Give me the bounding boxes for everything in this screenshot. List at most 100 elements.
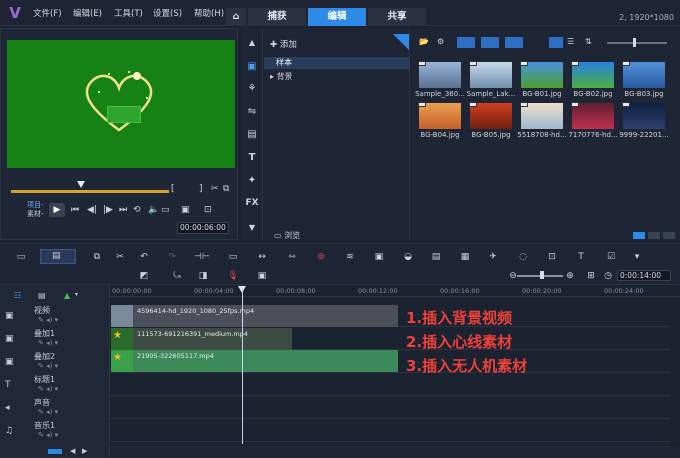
color-grading-icon[interactable]: ◩ (137, 271, 151, 281)
menu-file[interactable]: 文件(F) (33, 7, 62, 19)
playhead-line[interactable] (242, 288, 243, 444)
timeline-clip[interactable]: 4596414-hd_1920_1080_25fps.mp4 (111, 305, 398, 327)
voiceover-icon[interactable]: ◨ (196, 271, 210, 281)
crop-icon[interactable]: ▭ (226, 252, 240, 262)
scroll-left-handle[interactable] (48, 449, 62, 454)
mode-clip[interactable]: 素材- (27, 210, 44, 219)
media-thumbnail[interactable] (571, 61, 614, 88)
overlay-track-icon[interactable]: ▣ (5, 334, 14, 344)
track-controls-icon[interactable]: ✎ ◂) ▾ (38, 385, 58, 393)
copy-icon[interactable]: ⧉ (223, 184, 229, 194)
go-start-icon[interactable]: ⏮ (71, 205, 79, 215)
add-folder-button[interactable]: ✚ 添加 (270, 38, 297, 50)
checklist-icon[interactable]: ☑ (604, 252, 618, 262)
show-video-button[interactable] (457, 37, 475, 48)
instant-project-icon[interactable]: ⚘ (241, 83, 263, 94)
audio-mixer-icon[interactable]: ≋ (343, 252, 357, 262)
scroll-up-icon[interactable]: ▲ (241, 38, 263, 47)
media-thumbnail[interactable] (418, 102, 461, 129)
copy-clip-icon[interactable]: ⧉ (90, 252, 104, 262)
media-thumbnail[interactable] (418, 61, 461, 88)
view-list-icon[interactable]: ☰ (567, 37, 574, 48)
timeline-ruler[interactable]: 00:00:00:00 00:00:04:00 00:00:08:00 00:00:1… (110, 286, 680, 297)
track-motion-icon[interactable]: ⊡ (545, 252, 559, 262)
media-thumbnail[interactable] (571, 102, 614, 129)
scroll-right-icon[interactable]: ▶ (82, 447, 87, 455)
scroll-left-icon[interactable]: ◀ (70, 447, 75, 455)
track-controls-icon[interactable]: ✎ ◂) ▾ (38, 339, 58, 347)
import-folder-icon[interactable]: 📂 (419, 37, 429, 48)
motion-icon[interactable]: ✈ (486, 252, 500, 262)
split-icon[interactable]: ✂ (211, 184, 219, 194)
add-track-icon[interactable]: ▲ (64, 291, 70, 300)
sort-icon[interactable]: ⇅ (585, 37, 592, 48)
timeline-scrollbar[interactable]: ◀ ▶ (48, 446, 680, 458)
tree-item-sample[interactable]: 样本 (264, 57, 410, 69)
browse-button[interactable]: ▭ 浏览 (274, 230, 300, 241)
music-track-icon[interactable]: ♫ (5, 426, 13, 436)
track-menu-icon[interactable]: ▾ (75, 291, 78, 298)
play-icon[interactable]: ▶ (49, 203, 65, 217)
microphone-icon[interactable]: 🎙 (226, 271, 240, 281)
title-clip-icon[interactable]: ▤ (429, 252, 443, 262)
fit-icon[interactable]: ↔ (255, 252, 269, 262)
undo-icon[interactable]: ↶ (137, 252, 151, 262)
media-thumbnail[interactable] (469, 61, 512, 88)
timeline-clip[interactable]: ★ 21905-322605117.mp4 (111, 350, 398, 372)
tab-edit[interactable]: 编辑 (308, 8, 366, 26)
transition-icon[interactable]: ⇋ (241, 106, 263, 117)
media-thumbnail[interactable] (622, 61, 665, 88)
text-to-speech-icon[interactable]: T (574, 252, 588, 262)
track-controls-icon[interactable]: ✎ ◂) ▾ (38, 408, 58, 416)
title-icon[interactable]: T (241, 152, 263, 163)
show-photo-button[interactable] (481, 37, 499, 48)
filter-fx-icon[interactable]: FX (241, 198, 263, 208)
multicam-icon[interactable]: ▦ (458, 252, 472, 262)
graphics-icon[interactable]: ▤ (241, 129, 263, 140)
thumbnail-size-knob[interactable] (633, 38, 636, 47)
preview-timecode[interactable]: 00:00:06:00 (177, 222, 229, 234)
track-manager-icon[interactable]: ☷ (14, 291, 21, 300)
media-thumbnail[interactable] (469, 102, 512, 129)
show-audio-button[interactable] (505, 37, 523, 48)
stretch-icon[interactable]: ⇿ (285, 252, 299, 262)
view-option-3-icon[interactable] (663, 232, 675, 239)
redo-icon[interactable]: ↷ (165, 252, 179, 262)
view-option-1-icon[interactable] (633, 232, 645, 239)
trim-icon[interactable]: ⊣⊢ (194, 252, 210, 262)
next-frame-icon[interactable]: |▶ (103, 205, 113, 215)
scrub-bar[interactable] (11, 190, 169, 193)
menu-settings[interactable]: 设置(S) (153, 7, 182, 19)
scroll-down-icon[interactable]: ▼ (241, 223, 263, 232)
chapter-marker-icon[interactable]: ▤ (38, 291, 46, 300)
tree-item-background[interactable]: ▸ 背景 (270, 71, 293, 82)
mark-in-icon[interactable]: [ (171, 184, 175, 194)
zoom-in-icon[interactable]: ⊕ (563, 271, 577, 281)
scrub-handle[interactable] (77, 181, 85, 188)
track-controls-icon[interactable]: ✎ ◂) ▾ (38, 316, 58, 324)
tab-share[interactable]: 共享 (368, 8, 426, 26)
media-thumbnail[interactable] (520, 102, 563, 129)
fit-project-icon[interactable]: ⊞ (584, 271, 598, 281)
menu-tools[interactable]: 工具(T) (114, 7, 143, 19)
overlay-track-icon[interactable]: ▣ (5, 357, 14, 367)
snapshot-icon[interactable]: ⊡ (204, 205, 212, 215)
timeline-zoom-knob[interactable] (540, 271, 544, 279)
volume-icon[interactable]: 🔈 (148, 205, 159, 215)
subtitle-icon[interactable]: ◒ (401, 252, 415, 262)
view-option-2-icon[interactable] (648, 232, 660, 239)
track-controls-icon[interactable]: ✎ ◂) ▾ (38, 431, 58, 439)
mark-out-icon[interactable]: ] (199, 184, 203, 194)
library-settings-icon[interactable]: ⚙ (437, 37, 444, 48)
media-icon[interactable]: ▣ (241, 61, 263, 72)
more-tools-icon[interactable]: ▾ (630, 252, 644, 262)
voice-track-icon[interactable]: ◂ (5, 403, 10, 413)
thumbnail-size-slider[interactable] (607, 42, 667, 44)
record-icon[interactable]: ⊚ (314, 252, 328, 262)
media-thumbnail[interactable] (520, 61, 563, 88)
cut-icon[interactable]: ✂ (113, 252, 127, 262)
track-controls-icon[interactable]: ✎ ◂) ▾ (38, 362, 58, 370)
effects-icon[interactable]: ✦ (241, 175, 263, 186)
mask-icon[interactable]: ◌ (516, 252, 530, 262)
video-track-icon[interactable]: ▣ (5, 311, 14, 321)
